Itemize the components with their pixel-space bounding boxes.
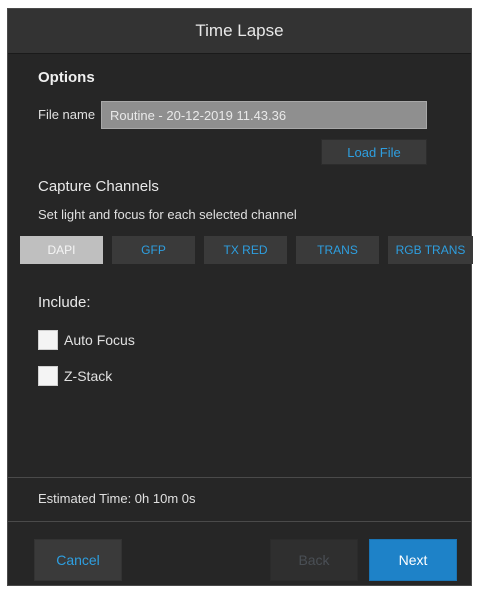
channel-gfp-button[interactable]: GFP	[112, 236, 195, 264]
channel-dapi-button[interactable]: DAPI	[20, 236, 103, 264]
z-stack-checkbox[interactable]	[38, 366, 58, 386]
channel-tabs: DAPI GFP TX RED TRANS RGB TRANS	[20, 236, 473, 264]
options-heading: Options	[38, 69, 95, 86]
time-lapse-dialog: Time Lapse Options File name Load File C…	[7, 8, 473, 586]
auto-focus-option[interactable]: Auto Focus	[38, 329, 135, 351]
channel-tx-red-button[interactable]: TX RED	[204, 236, 287, 264]
back-button[interactable]: Back	[270, 539, 358, 581]
auto-focus-label: Auto Focus	[64, 332, 135, 348]
channel-trans-button[interactable]: TRANS	[296, 236, 379, 264]
file-name-label: File name	[38, 107, 96, 122]
z-stack-label: Z-Stack	[64, 368, 113, 384]
include-heading: Include:	[38, 294, 91, 311]
file-name-input[interactable]	[101, 101, 427, 129]
capture-channels-subtitle: Set light and focus for each selected ch…	[38, 207, 297, 222]
auto-focus-checkbox[interactable]	[38, 330, 58, 350]
estimated-time: Estimated Time: 0h 10m 0s	[38, 491, 196, 506]
capture-channels-heading: Capture Channels	[38, 178, 159, 195]
cancel-button[interactable]: Cancel	[34, 539, 122, 581]
dialog-title: Time Lapse	[8, 9, 471, 54]
next-button[interactable]: Next	[369, 539, 457, 581]
load-file-button[interactable]: Load File	[321, 139, 427, 165]
z-stack-option[interactable]: Z-Stack	[38, 365, 112, 387]
channel-rgb-trans-button[interactable]: RGB TRANS	[388, 236, 473, 264]
